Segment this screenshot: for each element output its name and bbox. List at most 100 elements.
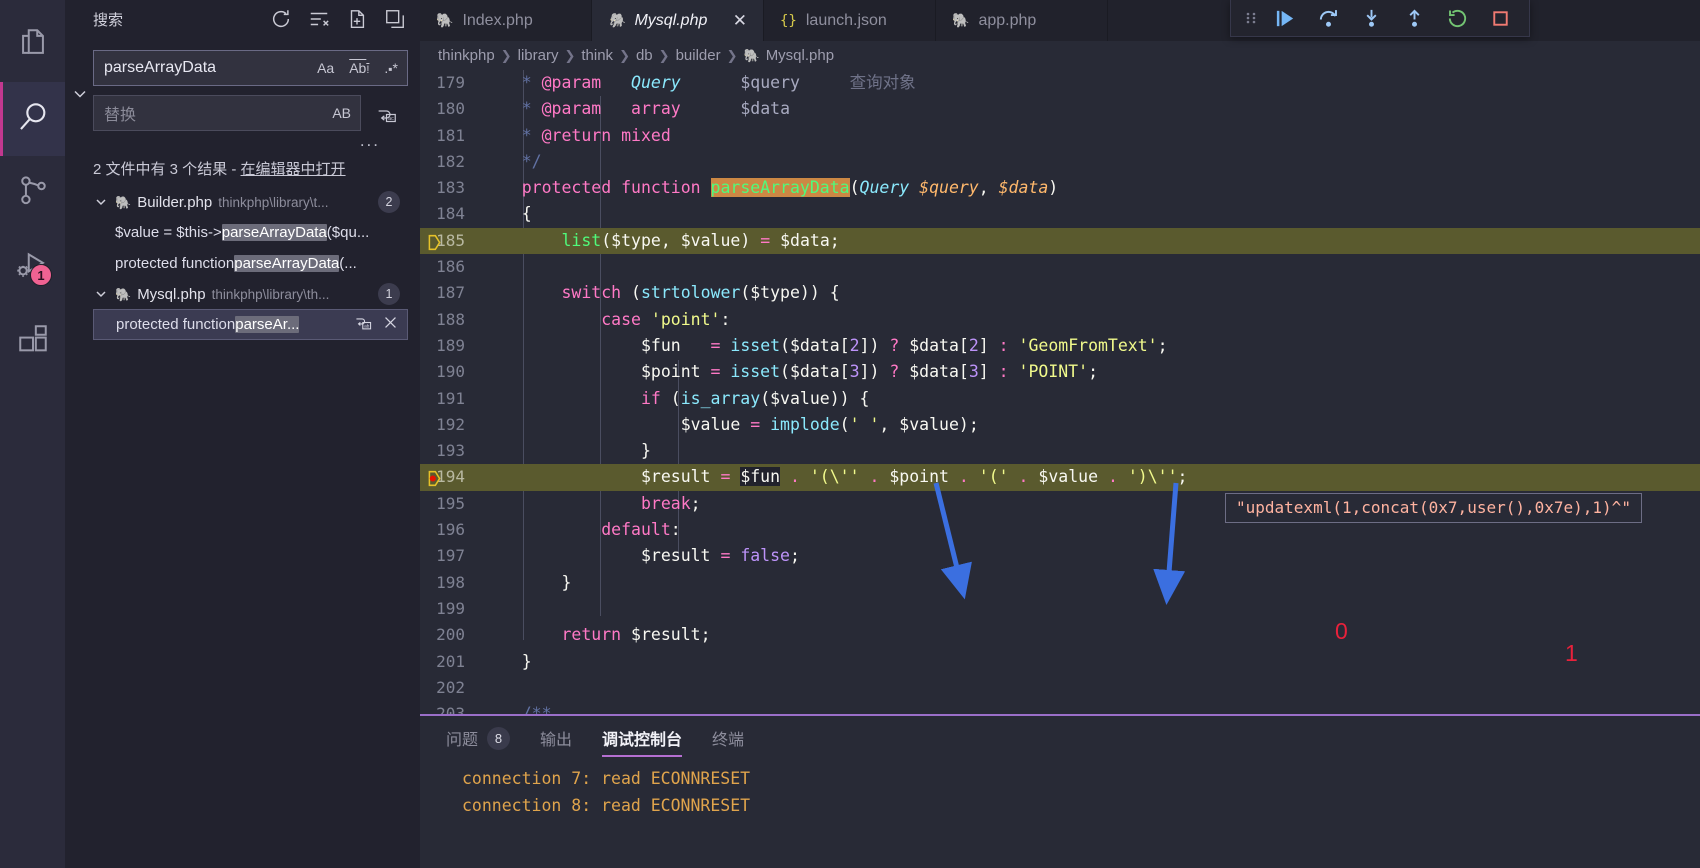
line-number: 184: [436, 204, 465, 224]
code-line[interactable]: 200 return $result;: [420, 622, 1700, 648]
breadcrumb-item[interactable]: builder: [676, 47, 721, 64]
code-line[interactable]: 201 }: [420, 649, 1700, 675]
code-line[interactable]: 183 protected function parseArrayData(Qu…: [420, 175, 1700, 201]
code-editor[interactable]: 179 * @param Query $query 查询对象 180 * @par…: [420, 70, 1700, 714]
breadcrumb-item[interactable]: library: [518, 47, 559, 64]
code-line[interactable]: 179 * @param Query $query 查询对象: [420, 70, 1700, 96]
code-line[interactable]: 185 list($type, $value) = $data;: [420, 227, 1700, 255]
line-number: 186: [436, 257, 465, 277]
file-path: thinkphp\library\t...: [218, 194, 329, 210]
activity-item-explorer[interactable]: [0, 8, 65, 82]
open-in-editor-link[interactable]: 在编辑器中打开: [241, 161, 346, 178]
code-text: }: [482, 651, 532, 671]
code-text: * @param Query $query 查询对象: [521, 73, 916, 92]
code-line[interactable]: 199: [420, 596, 1700, 622]
panel-tabs: 问题 8 输出 调试控制台 终端: [420, 716, 1700, 760]
run-debug-badge: 1: [30, 264, 52, 286]
dismiss-icon[interactable]: [382, 314, 399, 335]
svg-text:ac: ac: [388, 116, 394, 122]
drag-handle-icon[interactable]: [1240, 10, 1262, 26]
bottom-panel: 问题 8 输出 调试控制台 终端 connection 7: read ECON…: [420, 714, 1700, 868]
use-regex-icon[interactable]: .▪*: [381, 59, 401, 77]
match-case-icon[interactable]: Aa: [314, 59, 337, 77]
tab-mysql-php[interactable]: 🐘 Mysql.php ✕: [592, 0, 764, 41]
line-number: 193: [436, 441, 465, 461]
toggle-search-details-button[interactable]: ...: [93, 132, 408, 155]
debug-console-output[interactable]: connection 7: read ECONNRESET connection…: [420, 760, 1700, 819]
panel-tab-problems[interactable]: 问题 8: [446, 716, 511, 760]
search-result-file-builder[interactable]: 🐘 Builder.php thinkphp\library\t... 2: [93, 187, 408, 217]
code-line[interactable]: 184 {: [420, 201, 1700, 227]
refresh-icon[interactable]: [270, 8, 292, 30]
chevron-down-icon[interactable]: [93, 286, 109, 302]
search-result-match-selected[interactable]: protected function parseAr... ab: [93, 309, 408, 340]
tab-launch-json[interactable]: {} launch.json: [764, 0, 936, 41]
code-line[interactable]: 180 * @param array $data: [420, 96, 1700, 122]
line-number: 195: [436, 493, 465, 513]
code-line[interactable]: 190 $point = isset($data[3]) ? $data[3] …: [420, 359, 1700, 385]
match-whole-word-icon[interactable]: Ab!: [346, 59, 372, 78]
tab-label: app.php: [978, 11, 1037, 29]
activity-item-run-and-debug[interactable]: 1: [0, 230, 65, 304]
activity-item-source-control[interactable]: [0, 156, 65, 230]
sidebar-search-view: 搜索 parseArrayData Aa Ab! .▪* 替换 AB ac ..…: [65, 0, 420, 868]
replace-icon[interactable]: ab: [355, 314, 372, 335]
open-new-editor-icon[interactable]: [346, 8, 368, 30]
code-line[interactable]: 191 if (is_array($value)) {: [420, 386, 1700, 412]
restart-icon[interactable]: [1437, 2, 1477, 35]
tab-app-php[interactable]: 🐘 app.php: [936, 0, 1108, 41]
preserve-case-icon[interactable]: AB: [329, 104, 354, 122]
panel-tab-terminal[interactable]: 终端: [712, 716, 744, 760]
breadcrumb-item[interactable]: db: [636, 47, 653, 64]
search-result-summary: 2 文件中有 3 个结果 - 在编辑器中打开: [93, 155, 408, 181]
activity-item-extensions[interactable]: [0, 304, 65, 378]
step-into-icon[interactable]: [1351, 2, 1391, 35]
line-number: 202: [436, 677, 465, 697]
match-text: parseArrayData: [221, 224, 327, 241]
collapse-all-icon[interactable]: [384, 8, 406, 30]
panel-tab-output[interactable]: 输出: [540, 716, 572, 760]
breadcrumb-item[interactable]: Mysql.php: [766, 47, 834, 64]
activity-item-search[interactable]: [0, 82, 65, 156]
code-line[interactable]: 193 }: [420, 438, 1700, 464]
panel-tab-debug-console[interactable]: 调试控制台: [602, 716, 683, 760]
php-icon: 🐘: [115, 286, 132, 302]
step-over-icon[interactable]: [1308, 2, 1348, 35]
stop-icon[interactable]: [1480, 2, 1520, 35]
step-out-icon[interactable]: [1394, 2, 1434, 35]
code-text: list($type, $value) = $data;: [561, 230, 840, 250]
chevron-down-icon[interactable]: [93, 194, 109, 210]
replace-input[interactable]: 替换 AB ac: [93, 95, 396, 131]
continue-icon[interactable]: [1265, 2, 1305, 35]
code-line[interactable]: 203 /**: [420, 701, 1700, 714]
code-line[interactable]: 198 }: [420, 570, 1700, 596]
code-line[interactable]: 202: [420, 675, 1700, 701]
code-line[interactable]: 188 case 'point':: [420, 307, 1700, 333]
search-result-file-mysql[interactable]: 🐘 Mysql.php thinkphp\library\th... 1: [93, 279, 408, 309]
panel-resize-handle[interactable]: [420, 712, 434, 722]
console-line: connection 7: read ECONNRESET: [462, 769, 751, 788]
search-result-match[interactable]: protected function parseArrayData (...: [93, 248, 408, 279]
code-line[interactable]: 181 * @return mixed: [420, 123, 1700, 149]
code-line[interactable]: 186: [420, 254, 1700, 280]
code-line[interactable]: 187 switch (strtolower($type)) {: [420, 280, 1700, 306]
toggle-replace-twisty-icon[interactable]: [70, 84, 90, 104]
replace-input-options: AB: [329, 104, 354, 122]
breadcrumb-item[interactable]: thinkphp: [438, 47, 495, 64]
tab-index-php[interactable]: 🐘 Index.php: [420, 0, 592, 41]
code-text: */: [521, 151, 542, 171]
code-line[interactable]: 194 $result = $fun . '(\'' . $point . '(…: [420, 464, 1700, 491]
close-icon[interactable]: ✕: [723, 11, 747, 31]
breakpoint-current-marker-icon[interactable]: [426, 469, 443, 487]
code-line[interactable]: 189 $fun = isset($data[2]) ? $data[2] : …: [420, 333, 1700, 359]
replace-all-icon[interactable]: ac: [368, 96, 404, 132]
code-line[interactable]: 192 $value = implode(' ', $value);: [420, 412, 1700, 438]
breadcrumb-item[interactable]: think: [581, 47, 613, 64]
clear-results-icon[interactable]: [308, 8, 330, 30]
code-line[interactable]: 197 $result = false;: [420, 543, 1700, 569]
search-result-match[interactable]: $value = $this-> parseArrayData ($qu...: [93, 217, 408, 248]
code-line[interactable]: 182 */: [420, 149, 1700, 175]
search-input[interactable]: parseArrayData Aa Ab! .▪*: [93, 50, 408, 86]
tab-label: Index.php: [462, 11, 533, 29]
